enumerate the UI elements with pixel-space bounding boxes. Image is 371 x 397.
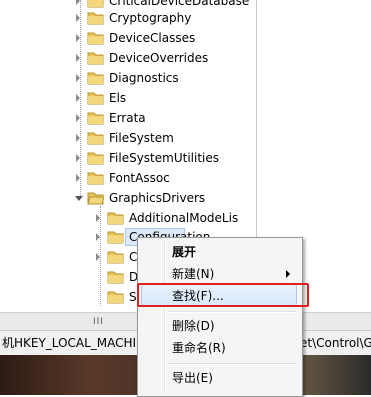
tree-guide-line <box>80 0 81 196</box>
folder-icon <box>107 291 124 304</box>
folder-icon <box>87 72 104 85</box>
expand-arrow-icon[interactable] <box>76 154 80 162</box>
folder-icon <box>87 132 104 145</box>
menu-item-label: 展开 <box>172 245 197 259</box>
tree-node-label: DeviceOverrides <box>109 51 209 65</box>
tree-node-label: DeviceClasses <box>109 31 196 45</box>
tree-node-label: AdditionalModeLis <box>129 211 239 225</box>
menu-item-new[interactable]: 新建(N) <box>140 263 298 285</box>
menu-item-delete[interactable]: 删除(D) <box>140 315 298 337</box>
tree-node-label: GraphicsDrivers <box>109 191 206 205</box>
menu-item-expand[interactable]: 展开 <box>140 241 298 263</box>
folder-icon <box>107 251 124 264</box>
folder-icon <box>87 112 104 125</box>
folder-icon <box>87 52 104 65</box>
expand-arrow-icon[interactable] <box>76 54 80 62</box>
menu-item-label: 删除(D) <box>172 319 215 333</box>
folder-icon <box>107 231 124 244</box>
menu-separator <box>168 311 296 313</box>
tree-node-label: Errata <box>109 111 146 125</box>
context-menu[interactable]: 展开 新建(N) 查找(F)... 删除(D) 重命名(R) 导出(E) <box>137 237 303 397</box>
tree-node-label: FontAssoc <box>109 171 170 185</box>
collapse-arrow-icon[interactable] <box>75 196 83 201</box>
tree-guide-line-child <box>100 206 101 306</box>
folder-icon <box>87 152 104 165</box>
expand-arrow-icon[interactable] <box>76 174 80 182</box>
expand-arrow-icon[interactable] <box>96 214 100 222</box>
tree-node-label: Cryptography <box>109 11 192 25</box>
folder-icon <box>87 92 104 105</box>
folder-icon <box>107 212 124 225</box>
expand-arrow-icon[interactable] <box>76 74 80 82</box>
expand-arrow-icon[interactable] <box>96 253 100 261</box>
expand-arrow-icon[interactable] <box>76 34 80 42</box>
folder-icon <box>107 271 124 284</box>
expand-arrow-icon[interactable] <box>76 134 80 142</box>
status-path-start: 机HKEY_LOCAL_MACHINI <box>2 336 149 350</box>
open-folder-icon <box>87 192 104 205</box>
tree-node-label: FileSystem <box>109 131 174 145</box>
menu-separator <box>168 363 296 365</box>
expand-arrow-icon[interactable] <box>76 14 80 22</box>
annotation-highlight-box <box>137 283 309 307</box>
expand-arrow-icon[interactable] <box>76 94 80 102</box>
folder-icon <box>87 32 104 45</box>
tree-node-label: FileSystemUtilities <box>109 151 219 165</box>
expand-arrow-icon[interactable] <box>76 114 80 122</box>
submenu-arrow-icon <box>286 270 290 278</box>
folder-icon <box>87 172 104 185</box>
status-path-end: et\Control\G <box>300 336 371 350</box>
tree-node-label: Diagnostics <box>109 71 179 85</box>
menu-item-label: 导出(E) <box>172 371 213 385</box>
folder-icon <box>87 0 104 8</box>
expand-arrow-icon[interactable] <box>96 233 100 241</box>
expand-arrow-icon[interactable] <box>76 0 80 5</box>
menu-item-rename[interactable]: 重命名(R) <box>140 337 298 359</box>
menu-item-label: 重命名(R) <box>172 341 226 355</box>
menu-item-export[interactable]: 导出(E) <box>140 367 298 389</box>
tree-node-label: Els <box>109 91 127 105</box>
folder-icon <box>87 12 104 25</box>
menu-item-label: 新建(N) <box>172 267 215 281</box>
scrollbar-grip[interactable]: III <box>93 317 104 327</box>
